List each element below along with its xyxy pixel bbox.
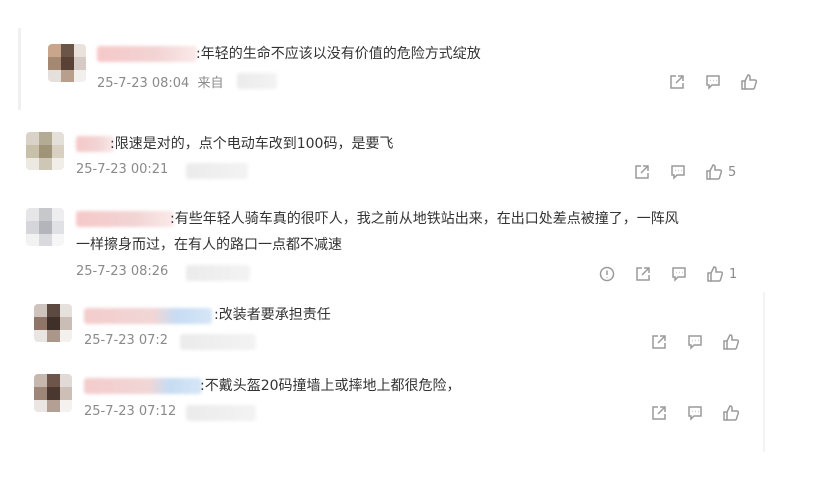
comment-meta: 25-7-23 07:2 (84, 333, 168, 348)
like-count: 5 (728, 164, 737, 180)
share-icon (652, 335, 666, 349)
comment-time: 25-7-23 07:12 (84, 404, 177, 419)
username[interactable] (76, 136, 114, 152)
comment-icon (706, 75, 720, 90)
comment-source: 来自 (197, 76, 224, 91)
source-device (186, 265, 250, 281)
comment-list: :年轻的生命不应该以没有价值的危险方式绽放 25-7-23 08:04 来自:… (0, 0, 824, 484)
avatar[interactable] (48, 44, 86, 82)
thumbs-up-icon (706, 164, 723, 180)
comment-icon (688, 335, 702, 350)
avatar[interactable] (34, 374, 72, 412)
comment-meta: 25-7-23 08:04 来自 (97, 72, 224, 91)
username[interactable] (76, 211, 174, 227)
comment-actions (632, 404, 745, 422)
source-device (186, 405, 256, 421)
like-button[interactable]: 5 (705, 163, 736, 181)
share-icon (670, 75, 684, 89)
share-button[interactable] (633, 163, 651, 181)
comment-time: 25-7-23 07:2 (84, 333, 169, 348)
avatar[interactable] (34, 304, 72, 342)
comment-text: :年轻的生命不应该以没有价值的危险方式绽放 (196, 46, 481, 62)
username[interactable] (84, 308, 212, 324)
comment-meta: 25-7-23 07:12 (84, 404, 176, 419)
thread-divider (763, 292, 765, 452)
comment-actions: 5 (615, 163, 736, 181)
report-button[interactable] (598, 265, 616, 283)
comment-actions (632, 333, 745, 351)
comment-time: 25-7-23 00:21 (76, 162, 169, 177)
share-button[interactable] (668, 73, 686, 91)
thumbs-up-icon (723, 405, 740, 421)
source-device (180, 334, 256, 350)
comment-icon (688, 406, 702, 421)
username[interactable] (84, 378, 202, 394)
comment-meta: 25-7-23 00:21 (76, 162, 168, 177)
comment-time: 25-7-23 08:26 (76, 264, 169, 279)
username[interactable] (97, 46, 197, 62)
reply-button[interactable] (686, 404, 704, 422)
reply-button[interactable] (704, 73, 722, 91)
comment-actions (650, 73, 763, 91)
share-button[interactable] (650, 333, 668, 351)
comment-text: :不戴头盔20码撞墙上或摔地上都很危险， (200, 378, 461, 394)
like-button[interactable] (740, 73, 763, 91)
like-button[interactable] (722, 333, 745, 351)
share-button[interactable] (650, 404, 668, 422)
thumbs-up-icon (707, 266, 724, 282)
comment-text: :改装者要承担责任 (214, 307, 331, 323)
share-icon (652, 406, 666, 420)
thumbs-up-icon (741, 74, 758, 90)
like-count: 1 (729, 266, 738, 282)
comment-text: :限速是对的，点个电动车改到100码，是要飞 (110, 136, 394, 152)
avatar[interactable] (26, 208, 64, 246)
comment-meta: 25-7-23 08:26 (76, 264, 168, 279)
comment-text-continued: 一样擦身而过，在有人的路口一点都不减速 (76, 237, 342, 253)
avatar[interactable] (26, 132, 64, 170)
thread-divider (18, 28, 21, 110)
comment-icon (671, 165, 685, 180)
source-device (186, 163, 248, 179)
reply-button[interactable] (669, 163, 687, 181)
share-icon (636, 267, 650, 281)
thumbs-up-icon (723, 334, 740, 350)
comment-icon (672, 267, 686, 282)
comment-actions: 1 (580, 265, 737, 283)
source-device (237, 73, 277, 89)
reply-button[interactable] (686, 333, 704, 351)
share-button[interactable] (634, 265, 652, 283)
comment-time: 25-7-23 08:04 (97, 76, 190, 91)
share-icon (635, 165, 649, 179)
like-button[interactable]: 1 (706, 265, 737, 283)
like-button[interactable] (722, 404, 745, 422)
comment-text: :有些年轻人骑车真的很吓人，我之前从地铁站出来，在出口处差点被撞了，一阵风 (170, 211, 679, 227)
reply-button[interactable] (670, 265, 688, 283)
report-icon (599, 266, 615, 282)
